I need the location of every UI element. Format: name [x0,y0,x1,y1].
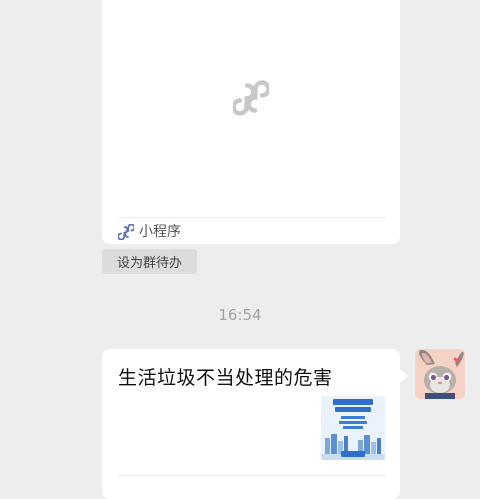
link-message-bubble[interactable]: 生活垃圾不当处理的危害 [102,349,400,499]
message-timestamp: 16:54 [218,306,262,324]
set-group-todo-button[interactable]: 设为群待办 [102,249,197,274]
link-message-title: 生活垃圾不当处理的危害 [118,367,333,389]
card-divider [118,217,386,218]
mini-program-link-icon [233,80,269,116]
bunny-avatar-image[interactable] [415,349,465,399]
mini-program-icon [118,224,134,240]
mini-program-label: 小程序 [139,224,181,240]
article-thumbnail-image [321,396,385,460]
mini-program-footer: 小程序 [118,221,181,243]
bubble-tail [400,369,408,383]
mini-program-card[interactable]: 小程序 [102,0,400,244]
bubble-divider [118,475,386,476]
